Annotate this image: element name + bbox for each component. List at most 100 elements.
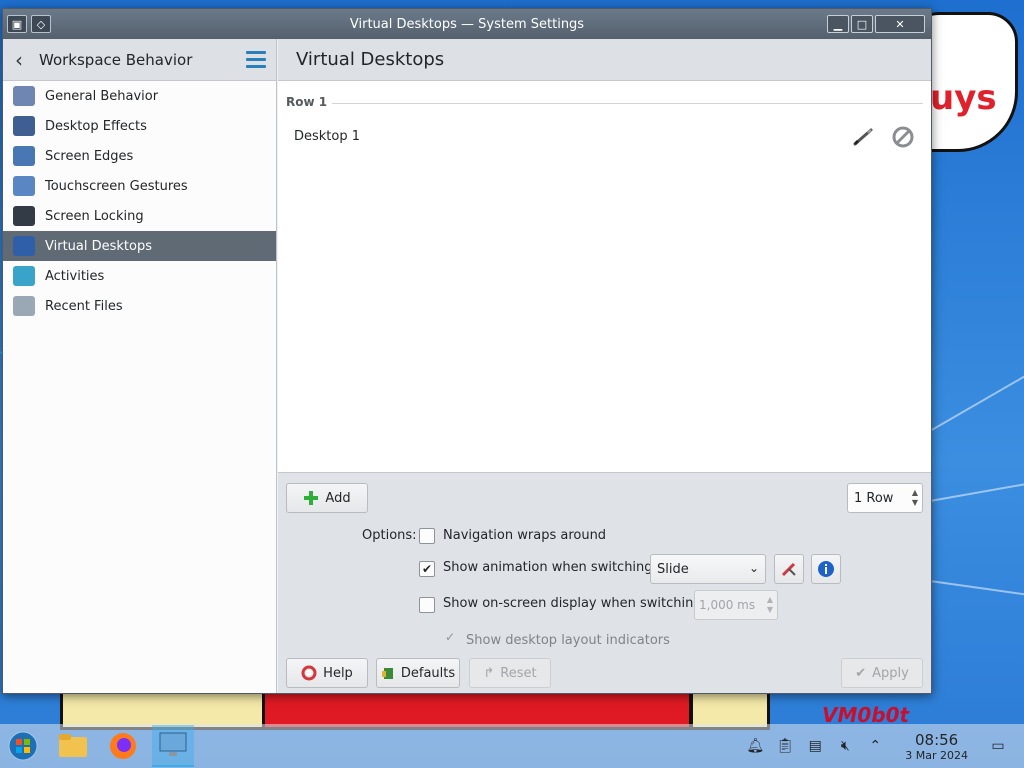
- defaults-label: Defaults: [400, 665, 456, 681]
- system-settings-window: ▣ ◇ Virtual Desktops — System Settings ▁…: [0, 8, 932, 694]
- activities-icon: [13, 266, 35, 286]
- sidebar-resize-handle-icon[interactable]: ▸: [0, 348, 4, 358]
- apply-label: Apply: [872, 665, 909, 681]
- spin-arrows-icon[interactable]: ▲ ▼: [767, 595, 773, 615]
- sidebar-item-label: Recent Files: [45, 298, 123, 314]
- windows-orb-icon: [8, 731, 38, 761]
- firefox-icon: [110, 733, 136, 759]
- window-titlebar[interactable]: ▣ ◇ Virtual Desktops — System Settings ▁…: [3, 9, 931, 39]
- sidebar-item-label: Activities: [45, 268, 105, 284]
- sidebar-item-general-behavior[interactable]: General Behavior: [3, 81, 276, 111]
- sidebar-title: Workspace Behavior: [39, 50, 193, 69]
- remove-desktop-icon[interactable]: [891, 125, 915, 149]
- sidebar-item-screen-edges[interactable]: Screen Edges: [3, 141, 276, 171]
- defaults-icon: [381, 668, 393, 679]
- rows-value: 1 Row: [854, 490, 894, 506]
- sidebar-item-screen-locking[interactable]: Screen Locking: [3, 201, 276, 231]
- defaults-button[interactable]: Defaults: [376, 658, 460, 688]
- configure-icon: [781, 562, 796, 577]
- desktop-name[interactable]: Desktop 1: [294, 129, 360, 144]
- maximize-button[interactable]: □: [851, 15, 873, 33]
- clock[interactable]: 08:56 3 Mar 2024: [905, 731, 968, 762]
- animation-select-value: Slide: [657, 561, 689, 577]
- layout-indicators-label: Show desktop layout indicators: [466, 633, 670, 648]
- rename-pen-icon[interactable]: [851, 127, 875, 147]
- page-title: Virtual Desktops: [278, 39, 931, 81]
- notifications-bell-icon[interactable]: 🔔︎: [745, 736, 765, 756]
- add-desktop-button[interactable]: Add: [286, 483, 368, 513]
- wrap-checkbox[interactable]: [419, 528, 435, 544]
- chevron-down-icon: ⌄: [748, 561, 759, 575]
- animation-select[interactable]: Slide ⌄: [650, 554, 766, 584]
- sidebar-item-label: Virtual Desktops: [45, 238, 152, 254]
- animation-settings-button[interactable]: [774, 554, 804, 584]
- main-panel: Virtual Desktops Row 1 Desktop 1 Add 1 R…: [278, 39, 931, 693]
- taskbar: 🔔︎ 📋︎ ▤ 🔇︎ ⌃ 08:56 3 Mar 2024 ▭: [0, 724, 1024, 768]
- show-desktop-icon[interactable]: ▭: [988, 736, 1008, 756]
- osd-duration-value: 1,000 ms: [699, 598, 756, 612]
- options-panel: Add 1 Row ▲ ▼ Options: Navigation wraps a…: [278, 473, 931, 693]
- row-label: Row 1: [286, 95, 328, 109]
- sidebar: ‹ Workspace Behavior General Behavior De…: [0, 39, 277, 693]
- volume-muted-icon[interactable]: 🔇︎: [835, 736, 855, 756]
- window-title: Virtual Desktops — System Settings: [349, 16, 585, 32]
- help-label: Help: [323, 665, 353, 681]
- general-behavior-icon: [13, 86, 35, 106]
- taskbar-file-manager[interactable]: [52, 725, 94, 767]
- clipboard-icon[interactable]: 📋︎: [775, 736, 795, 756]
- sidebar-item-label: Screen Locking: [45, 208, 144, 224]
- desktop-list: Row 1 Desktop 1: [278, 81, 931, 473]
- taskbar-system-settings[interactable]: [152, 725, 194, 767]
- clock-date: 3 Mar 2024: [905, 748, 968, 762]
- help-button[interactable]: Help: [286, 658, 368, 688]
- screen-edges-icon: [13, 146, 35, 166]
- animation-checkbox[interactable]: ✔: [419, 561, 435, 577]
- close-button[interactable]: ✕: [875, 15, 925, 33]
- check-icon: ✔: [855, 665, 867, 681]
- apply-button[interactable]: ✔ Apply: [841, 658, 923, 688]
- sidebar-item-virtual-desktops[interactable]: Virtual Desktops: [3, 231, 276, 261]
- options-label: Options:: [362, 528, 417, 543]
- screen-locking-icon: [13, 206, 35, 226]
- window-app-icon[interactable]: ▣: [7, 15, 27, 33]
- osd-checkbox[interactable]: [419, 597, 435, 613]
- clock-time: 08:56: [915, 730, 959, 749]
- sidebar-item-recent-files[interactable]: Recent Files: [3, 291, 276, 321]
- taskbar-firefox[interactable]: [102, 725, 144, 767]
- animation-info-button[interactable]: [811, 554, 841, 584]
- recent-files-icon: [13, 296, 35, 316]
- rows-spinbox[interactable]: 1 Row ▲ ▼: [847, 483, 923, 513]
- sidebar-item-desktop-effects[interactable]: Desktop Effects: [3, 111, 276, 141]
- chevron-up-icon[interactable]: ⌃: [865, 736, 885, 756]
- row-divider: [332, 103, 923, 104]
- layout-check-icon[interactable]: ✓: [445, 630, 455, 644]
- osd-duration-spinbox[interactable]: 1,000 ms ▲ ▼: [694, 590, 778, 620]
- reset-label: Reset: [500, 665, 537, 681]
- info-icon: [818, 561, 834, 577]
- hamburger-menu-icon[interactable]: [246, 51, 266, 68]
- system-settings-icon: [159, 732, 187, 756]
- osd-label: Show on-screen display when switching:: [443, 596, 706, 611]
- touchscreen-gestures-icon: [13, 176, 35, 196]
- spin-arrows-icon[interactable]: ▲ ▼: [912, 488, 918, 508]
- folder-icon: [59, 734, 87, 757]
- animation-label: Show animation when switching:: [443, 560, 657, 575]
- wrap-label: Navigation wraps around: [443, 528, 607, 543]
- reset-button[interactable]: ↱ Reset: [469, 658, 551, 688]
- reset-icon: ↱: [483, 665, 495, 681]
- sidebar-header: ‹ Workspace Behavior: [3, 39, 276, 81]
- sidebar-item-label: Screen Edges: [45, 148, 134, 164]
- sidebar-item-label: General Behavior: [45, 88, 159, 104]
- desktop-effects-icon: [13, 116, 35, 136]
- window-menu-icon[interactable]: ◇: [31, 15, 51, 33]
- back-arrow-icon[interactable]: ‹: [15, 48, 35, 72]
- sidebar-item-label: Touchscreen Gestures: [45, 178, 188, 194]
- sidebar-item-touchscreen-gestures[interactable]: Touchscreen Gestures: [3, 171, 276, 201]
- plus-icon: [304, 491, 319, 505]
- notes-icon[interactable]: ▤: [805, 736, 825, 756]
- minimize-button[interactable]: ▁: [827, 15, 849, 33]
- start-menu-button[interactable]: [2, 725, 44, 767]
- sidebar-item-activities[interactable]: Activities: [3, 261, 276, 291]
- system-tray: 🔔︎ 📋︎ ▤ 🔇︎ ⌃ 08:56 3 Mar 2024 ▭: [745, 724, 1024, 768]
- help-icon: [301, 665, 317, 681]
